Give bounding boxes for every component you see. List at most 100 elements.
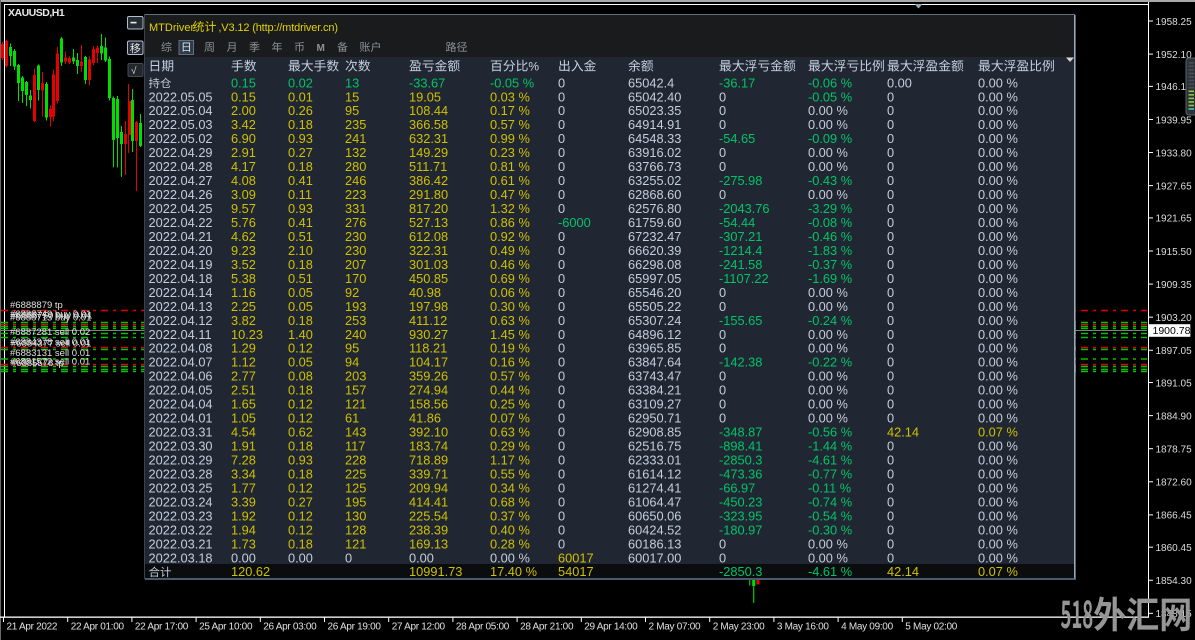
svg-text:0: 0 xyxy=(887,229,894,244)
svg-text:63916.02: 63916.02 xyxy=(628,145,681,160)
svg-text:0.00 %: 0.00 % xyxy=(978,243,1018,258)
svg-text:230: 230 xyxy=(345,243,366,258)
svg-text:61274.41: 61274.41 xyxy=(628,480,681,495)
svg-text:0: 0 xyxy=(887,452,894,467)
svg-text:1866.45: 1866.45 xyxy=(1156,511,1193,522)
svg-text:183.74: 183.74 xyxy=(409,439,448,454)
svg-text:0.00 %: 0.00 % xyxy=(808,536,848,551)
svg-text:0.00 %: 0.00 % xyxy=(490,550,530,565)
svg-text:-0.05 %: -0.05 % xyxy=(490,75,534,90)
svg-text:0: 0 xyxy=(345,550,352,565)
svg-text:29 Apr 14:00: 29 Apr 14:00 xyxy=(584,622,638,633)
svg-text:301.03: 301.03 xyxy=(409,257,448,272)
svg-text:0.28 %: 0.28 % xyxy=(490,536,530,551)
svg-text:274.94: 274.94 xyxy=(409,383,448,398)
svg-text:0.00 %: 0.00 % xyxy=(978,508,1018,523)
svg-text:42.14: 42.14 xyxy=(887,564,919,579)
svg-text:0: 0 xyxy=(719,285,726,300)
svg-text:0.00 %: 0.00 % xyxy=(978,411,1018,426)
svg-text:28 Apr 05:00: 28 Apr 05:00 xyxy=(456,622,510,633)
svg-text:0: 0 xyxy=(558,103,565,118)
svg-text:0: 0 xyxy=(558,536,565,551)
svg-text:13: 13 xyxy=(345,75,359,90)
svg-text:225: 225 xyxy=(345,466,366,481)
svg-text:22 Apr 01:00: 22 Apr 01:00 xyxy=(71,622,125,633)
svg-text:-66.97: -66.97 xyxy=(719,480,755,495)
svg-text:4.54: 4.54 xyxy=(231,425,256,440)
svg-text:0: 0 xyxy=(887,522,894,537)
svg-text:0.00: 0.00 xyxy=(887,75,912,90)
svg-text:2 May 23:00: 2 May 23:00 xyxy=(713,622,765,633)
svg-text:0.12: 0.12 xyxy=(288,411,313,426)
svg-text:0.00 %: 0.00 % xyxy=(978,187,1018,202)
svg-text:170: 170 xyxy=(345,271,366,286)
svg-text:10.23: 10.23 xyxy=(231,327,263,342)
svg-text:0.30 %: 0.30 % xyxy=(490,299,530,314)
svg-text:128: 128 xyxy=(345,522,366,537)
svg-text:193: 193 xyxy=(345,299,366,314)
svg-text:0.12: 0.12 xyxy=(288,341,313,356)
svg-text:0.07 %: 0.07 % xyxy=(490,411,530,426)
svg-text:121: 121 xyxy=(345,397,366,412)
svg-text:-54.65: -54.65 xyxy=(719,131,755,146)
svg-text:#6885578 tp: #6885578 tp xyxy=(11,358,64,369)
svg-text:0.18: 0.18 xyxy=(288,257,313,272)
svg-text:62333.01: 62333.01 xyxy=(628,452,681,467)
svg-text:0: 0 xyxy=(719,299,726,314)
svg-text:66298.08: 66298.08 xyxy=(628,257,681,272)
svg-text:0.25 %: 0.25 % xyxy=(490,397,530,412)
svg-text:2022.03.24: 2022.03.24 xyxy=(149,494,213,509)
svg-text:17.40 %: 17.40 % xyxy=(490,564,537,579)
svg-text:26 Apr 19:00: 26 Apr 19:00 xyxy=(328,622,382,633)
svg-text:0: 0 xyxy=(558,75,565,90)
svg-text:0.00 %: 0.00 % xyxy=(808,397,848,412)
svg-text:930.27: 930.27 xyxy=(409,327,448,342)
svg-text:0.00 %: 0.00 % xyxy=(808,369,848,384)
svg-text:2022.04.20: 2022.04.20 xyxy=(149,243,213,258)
svg-text:0.18: 0.18 xyxy=(288,159,313,174)
svg-text:0.00: 0.00 xyxy=(231,550,256,565)
svg-text:#6888713 buy 0.01: #6888713 buy 0.01 xyxy=(10,313,91,324)
svg-text:92: 92 xyxy=(345,285,359,300)
svg-text:0.37 %: 0.37 % xyxy=(490,508,530,523)
svg-text:276: 276 xyxy=(345,215,366,230)
svg-text:0: 0 xyxy=(887,187,894,202)
svg-text:-0.37 %: -0.37 % xyxy=(808,257,852,272)
svg-text:0: 0 xyxy=(719,327,726,342)
svg-text:2022.03.21: 2022.03.21 xyxy=(149,536,213,551)
svg-text:-2850.3: -2850.3 xyxy=(719,564,762,579)
svg-text:1915.50: 1915.50 xyxy=(1156,247,1193,258)
svg-text:2022.04.19: 2022.04.19 xyxy=(149,257,213,272)
svg-text:65042.4: 65042.4 xyxy=(628,75,674,90)
svg-text:4.08: 4.08 xyxy=(231,173,256,188)
svg-text:3.52: 3.52 xyxy=(231,257,256,272)
svg-text:2.91: 2.91 xyxy=(231,145,256,160)
svg-text:0: 0 xyxy=(719,187,726,202)
svg-text:0: 0 xyxy=(719,397,726,412)
svg-text:2022.04.11: 2022.04.11 xyxy=(149,327,212,342)
svg-text:2.51: 2.51 xyxy=(231,383,256,398)
svg-text:64548.33: 64548.33 xyxy=(628,131,681,146)
svg-text:1897.05: 1897.05 xyxy=(1156,346,1193,357)
svg-text:1.92: 1.92 xyxy=(231,508,256,523)
svg-text:1.73: 1.73 xyxy=(231,536,256,551)
svg-text:291.80: 291.80 xyxy=(409,187,448,202)
svg-text:65307.24: 65307.24 xyxy=(628,313,681,328)
svg-text:65997.05: 65997.05 xyxy=(628,271,681,286)
svg-text:2022.04.25: 2022.04.25 xyxy=(149,201,213,216)
svg-text:0.00 %: 0.00 % xyxy=(978,480,1018,495)
svg-text:-2850.3: -2850.3 xyxy=(719,452,762,467)
svg-text:,V3.12 (http://mtdriver.cn): ,V3.12 (http://mtdriver.cn) xyxy=(218,22,337,34)
svg-text:0.00 %: 0.00 % xyxy=(978,89,1018,104)
svg-text:62576.80: 62576.80 xyxy=(628,201,681,216)
svg-text:2022.03.22: 2022.03.22 xyxy=(149,522,213,537)
svg-text:0: 0 xyxy=(558,327,565,342)
svg-text:241: 241 xyxy=(345,131,366,146)
svg-text:63743.47: 63743.47 xyxy=(628,369,681,384)
svg-text:0: 0 xyxy=(558,285,565,300)
svg-text:0: 0 xyxy=(887,355,894,370)
svg-text:0: 0 xyxy=(887,285,894,300)
svg-text:207: 207 xyxy=(345,257,366,272)
svg-text:1.32 %: 1.32 % xyxy=(490,201,530,216)
svg-text:-241.58: -241.58 xyxy=(719,257,762,272)
